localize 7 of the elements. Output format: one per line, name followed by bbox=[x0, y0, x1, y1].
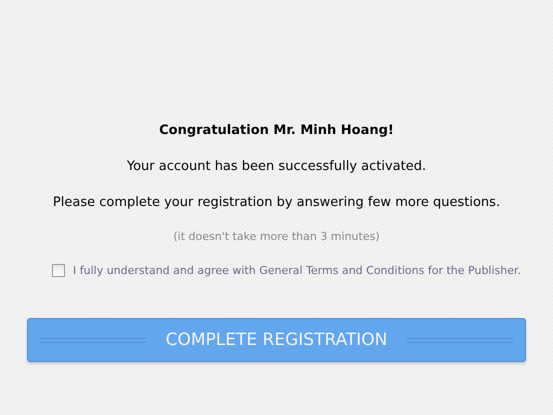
agreement-label: I fully understand and agree with General Terms and Conditions for the Publisher. bbox=[73, 264, 522, 277]
note: (it doesn't take more than 3 minutes) bbox=[173, 230, 380, 243]
instruction: Please complete your registration by answering few more questions. bbox=[52, 195, 500, 210]
heading: Congratulation Mr. Minh Hoang! bbox=[159, 123, 394, 138]
complete-registration-button[interactable]: COMPLETE REGISTRATION bbox=[27, 318, 526, 362]
checkbox[interactable] bbox=[52, 264, 65, 277]
message: Your account has been successfully activated. bbox=[126, 159, 426, 174]
